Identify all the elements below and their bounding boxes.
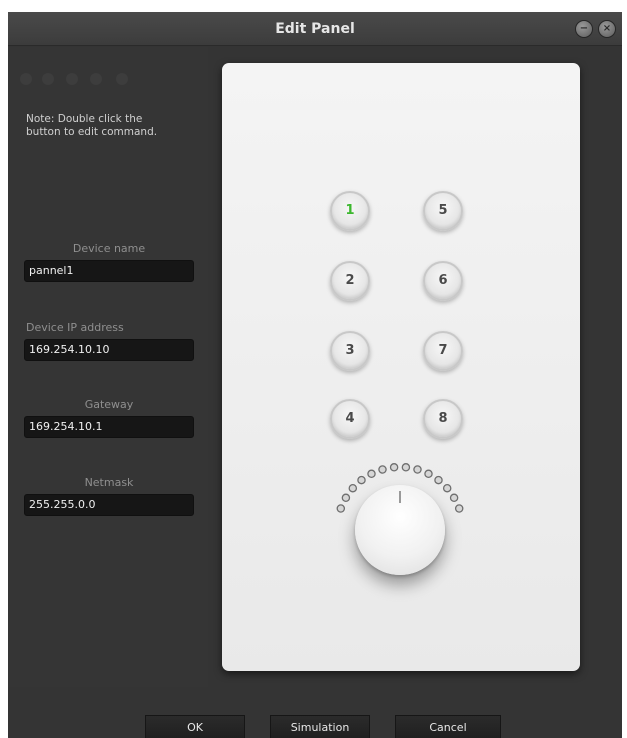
device-name-label: Device name bbox=[72, 242, 146, 255]
keypad-button-4[interactable]: 4 bbox=[330, 399, 370, 439]
title-bar: Edit Panel − × bbox=[8, 12, 622, 46]
faded-dot-icon bbox=[66, 73, 78, 85]
close-icon[interactable]: × bbox=[598, 20, 616, 38]
led-indicator bbox=[449, 493, 459, 503]
keypad-button-1[interactable]: 1 bbox=[330, 191, 370, 231]
device-ip-label: Device IP address bbox=[26, 321, 124, 334]
led-indicator bbox=[424, 469, 433, 479]
led-indicator bbox=[336, 504, 346, 513]
faded-dot-icon bbox=[20, 73, 32, 85]
knob-led-ring bbox=[336, 463, 464, 513]
led-indicator bbox=[389, 463, 399, 472]
keypad-button-3[interactable]: 3 bbox=[330, 331, 370, 371]
device-settings-panel: Note: Double click the button to edit co… bbox=[8, 47, 208, 687]
faded-dot-icon bbox=[90, 73, 102, 85]
knob-marker bbox=[399, 491, 401, 503]
faded-dot-icon bbox=[116, 73, 128, 85]
edit-panel-window: Edit Panel − × Note: Double click the bu… bbox=[8, 12, 622, 738]
device-ip-field[interactable]: 169.254.10.10 bbox=[24, 339, 194, 361]
minimize-icon[interactable]: − bbox=[575, 20, 593, 38]
led-indicator bbox=[357, 475, 366, 485]
simulation-button[interactable]: Simulation bbox=[270, 715, 370, 738]
led-indicator bbox=[413, 465, 422, 474]
keypad-button-6[interactable]: 6 bbox=[423, 261, 463, 301]
volume-knob[interactable] bbox=[355, 485, 445, 575]
keypad-button-2[interactable]: 2 bbox=[330, 261, 370, 301]
ok-button[interactable]: OK bbox=[145, 715, 245, 738]
gateway-field[interactable]: 169.254.10.1 bbox=[24, 416, 194, 438]
keypad-panel: 1 2 3 4 5 6 7 8 bbox=[222, 63, 580, 671]
keypad-button-8[interactable]: 8 bbox=[423, 399, 463, 439]
netmask-field[interactable]: 255.255.0.0 bbox=[24, 494, 194, 516]
led-indicator bbox=[378, 465, 387, 474]
led-indicator bbox=[367, 469, 376, 479]
led-indicator bbox=[442, 483, 452, 493]
led-indicator bbox=[401, 463, 411, 472]
gateway-label: Gateway bbox=[84, 398, 134, 411]
keypad-button-7[interactable]: 7 bbox=[423, 331, 463, 371]
led-indicator bbox=[434, 475, 443, 485]
window-title: Edit Panel bbox=[275, 21, 355, 37]
led-indicator bbox=[341, 493, 351, 503]
netmask-label: Netmask bbox=[84, 476, 134, 489]
faded-dot-icon bbox=[42, 73, 54, 85]
footer-bar: OK Simulation Cancel bbox=[8, 687, 622, 738]
edit-note: Note: Double click the button to edit co… bbox=[26, 113, 158, 138]
device-name-field[interactable]: pannel1 bbox=[24, 260, 194, 282]
led-indicator bbox=[454, 504, 464, 513]
led-indicator bbox=[348, 483, 358, 493]
keypad-button-5[interactable]: 5 bbox=[423, 191, 463, 231]
cancel-button[interactable]: Cancel bbox=[395, 715, 501, 738]
